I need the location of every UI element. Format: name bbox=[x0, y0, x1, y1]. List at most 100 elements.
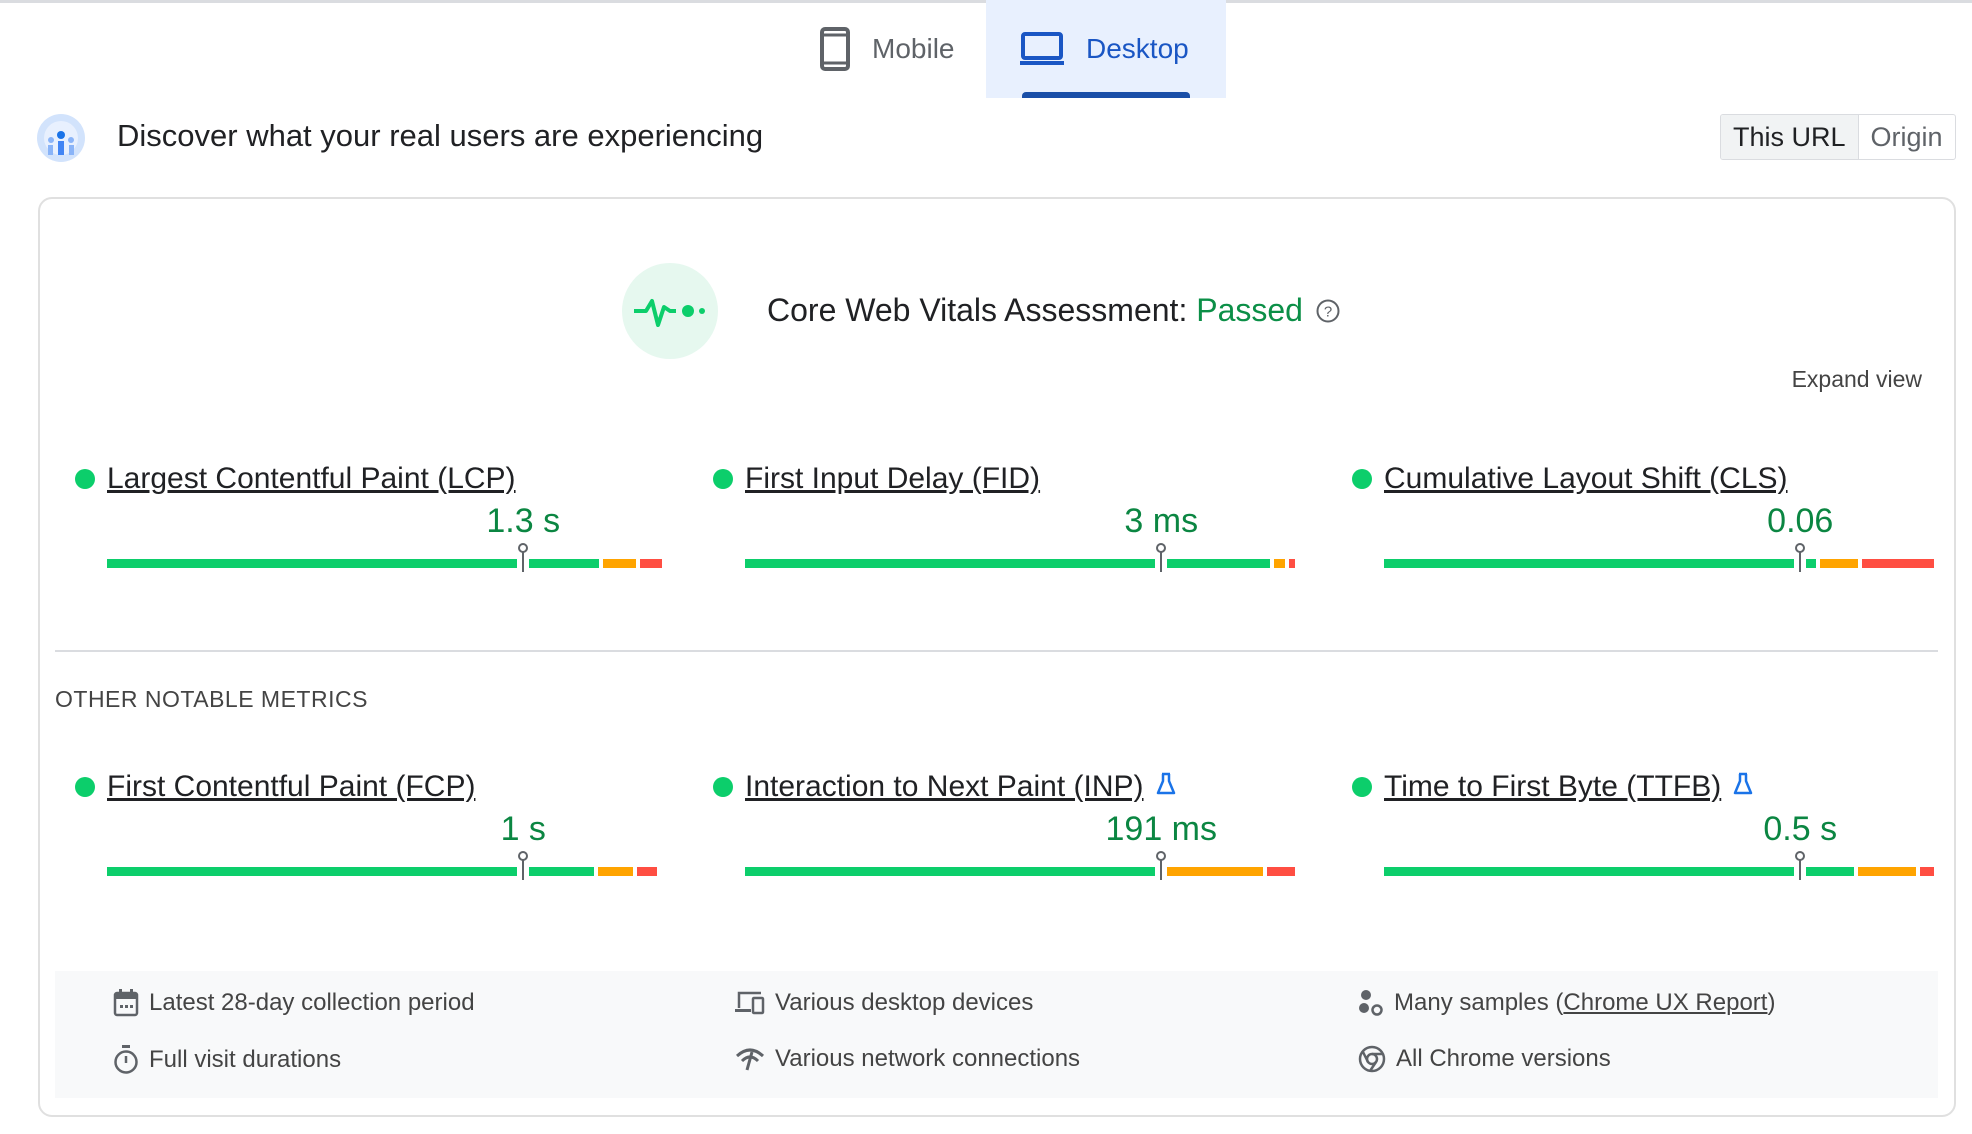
metric-value: 191 ms bbox=[1105, 810, 1218, 848]
status-dot-icon bbox=[1352, 777, 1372, 797]
poor-segment bbox=[637, 867, 657, 876]
chrome-versions-text: All Chrome versions bbox=[1396, 1045, 1611, 1072]
metric-link[interactable]: First Input Delay (FID) bbox=[745, 462, 1040, 496]
poor-segment bbox=[1267, 867, 1295, 876]
metric-label-row: Interaction to Next Paint (INP) bbox=[713, 770, 1303, 804]
metric-label-row: First Contentful Paint (FCP) bbox=[75, 770, 665, 804]
this-url-button[interactable]: This URL bbox=[1721, 115, 1859, 159]
chrome-icon bbox=[1358, 1045, 1386, 1073]
metric-label-row: Time to First Byte (TTFB) bbox=[1352, 770, 1942, 804]
distribution-bar bbox=[107, 559, 662, 568]
metric-fcp: First Contentful Paint (FCP) 1 s bbox=[75, 770, 665, 880]
tab-label: Mobile bbox=[872, 33, 955, 64]
chrome-versions: All Chrome versions bbox=[1358, 1045, 1611, 1073]
cwv-assessment: Core Web Vitals Assessment: Passed ? bbox=[767, 292, 1341, 329]
samples-text: Many samples (Chrome UX Report) bbox=[1394, 989, 1775, 1017]
visit-durations-text: Full visit durations bbox=[149, 1046, 342, 1073]
percentile-marker-icon bbox=[1155, 851, 1168, 880]
assessment-title: Core Web Vitals Assessment: bbox=[767, 292, 1188, 328]
tab-desktop[interactable]: Desktop bbox=[986, 0, 1226, 98]
metric-label-row: Cumulative Layout Shift (CLS) bbox=[1352, 462, 1942, 496]
network-icon bbox=[735, 1048, 765, 1071]
distribution-bar bbox=[745, 867, 1300, 876]
assessment-status: Passed bbox=[1196, 292, 1303, 328]
metric-value: 0.5 s bbox=[1763, 810, 1838, 848]
poor-segment bbox=[1862, 559, 1934, 568]
metric-value: 1.3 s bbox=[486, 502, 561, 540]
metric-cls: Cumulative Layout Shift (CLS) 0.06 bbox=[1352, 462, 1942, 572]
vitals-pulse-icon bbox=[622, 263, 718, 359]
tab-mobile[interactable]: Mobile bbox=[786, 0, 988, 98]
expand-view-button[interactable]: Expand view bbox=[1792, 366, 1922, 393]
metric-link[interactable]: Time to First Byte (TTFB) bbox=[1384, 770, 1721, 804]
percentile-marker-icon bbox=[517, 851, 530, 880]
devices-text: Various desktop devices bbox=[775, 989, 1034, 1016]
needs-improvement-segment bbox=[597, 867, 634, 876]
metric-link[interactable]: Largest Contentful Paint (LCP) bbox=[107, 462, 516, 496]
poor-segment bbox=[1919, 867, 1934, 876]
metric-fid: First Input Delay (FID) 3 ms bbox=[713, 462, 1303, 572]
metric-ttfb: Time to First Byte (TTFB) 0.5 s bbox=[1352, 770, 1942, 880]
metric-link[interactable]: Cumulative Layout Shift (CLS) bbox=[1384, 462, 1788, 496]
origin-button[interactable]: Origin bbox=[1859, 115, 1955, 159]
samples-prefix: Many samples ( bbox=[1394, 989, 1564, 1016]
devices-info: Various desktop devices bbox=[735, 989, 1033, 1017]
chrome-ux-report-link[interactable]: Chrome UX Report bbox=[1563, 989, 1767, 1016]
users-crux-icon bbox=[37, 114, 85, 162]
metric-link[interactable]: Interaction to Next Paint (INP) bbox=[745, 770, 1144, 804]
good-segment bbox=[1384, 867, 1855, 876]
experimental-flask-icon bbox=[1733, 770, 1753, 804]
poor-segment bbox=[1289, 559, 1295, 568]
status-dot-icon bbox=[75, 777, 95, 797]
metric-link[interactable]: First Contentful Paint (FCP) bbox=[107, 770, 475, 804]
collection-period: Latest 28-day collection period bbox=[113, 989, 475, 1017]
metric-lcp: Largest Contentful Paint (LCP) 1.3 s bbox=[75, 462, 665, 572]
metric-inp: Interaction to Next Paint (INP) 191 ms bbox=[713, 770, 1303, 880]
percentile-marker-icon bbox=[1794, 543, 1807, 572]
good-segment bbox=[745, 867, 1156, 876]
metric-label-row: Largest Contentful Paint (LCP) bbox=[75, 462, 665, 496]
percentile-marker-icon bbox=[517, 543, 530, 572]
timer-icon bbox=[114, 1045, 138, 1074]
visit-durations: Full visit durations bbox=[113, 1045, 341, 1075]
percentile-marker-icon bbox=[1155, 543, 1168, 572]
svg-text:?: ? bbox=[1324, 303, 1332, 320]
divider bbox=[55, 650, 1938, 652]
distribution-bar bbox=[1384, 867, 1939, 876]
samples-icon bbox=[1359, 990, 1383, 1016]
distribution-bar bbox=[107, 867, 662, 876]
needs-improvement-segment bbox=[1159, 867, 1264, 876]
status-dot-icon bbox=[1352, 469, 1372, 489]
metric-value: 3 ms bbox=[1124, 502, 1199, 540]
samples-suffix: ) bbox=[1767, 989, 1776, 1016]
metric-value: 0.06 bbox=[1767, 502, 1834, 540]
network-info: Various network connections bbox=[735, 1045, 1080, 1073]
devices-icon bbox=[735, 991, 765, 1015]
good-segment bbox=[745, 559, 1271, 568]
phone-icon bbox=[820, 27, 850, 71]
distribution-bar bbox=[1384, 559, 1939, 568]
status-dot-icon bbox=[75, 469, 95, 489]
network-text: Various network connections bbox=[775, 1045, 1081, 1072]
status-dot-icon bbox=[713, 469, 733, 489]
needs-improvement-segment bbox=[1820, 559, 1859, 568]
needs-improvement-segment bbox=[603, 559, 637, 568]
poor-segment bbox=[640, 559, 662, 568]
distribution-bar bbox=[745, 559, 1300, 568]
percentile-marker-icon bbox=[1794, 851, 1807, 880]
section-title: Discover what your real users are experi… bbox=[117, 118, 764, 153]
status-dot-icon bbox=[713, 777, 733, 797]
help-icon[interactable]: ? bbox=[1315, 298, 1341, 324]
other-metrics-heading: OTHER NOTABLE METRICS bbox=[55, 686, 368, 712]
calendar-icon bbox=[113, 989, 139, 1017]
scope-toggle: This URL Origin bbox=[1720, 114, 1956, 160]
experimental-flask-icon bbox=[1156, 770, 1176, 804]
needs-improvement-segment bbox=[1274, 559, 1286, 568]
tab-label: Desktop bbox=[1086, 33, 1189, 64]
needs-improvement-segment bbox=[1858, 867, 1916, 876]
collection-period-text: Latest 28-day collection period bbox=[149, 989, 475, 1016]
metric-label-row: First Input Delay (FID) bbox=[713, 462, 1303, 496]
good-segment bbox=[1384, 559, 1817, 568]
samples-info: Many samples (Chrome UX Report) bbox=[1358, 989, 1775, 1017]
metric-value: 1 s bbox=[500, 810, 546, 848]
